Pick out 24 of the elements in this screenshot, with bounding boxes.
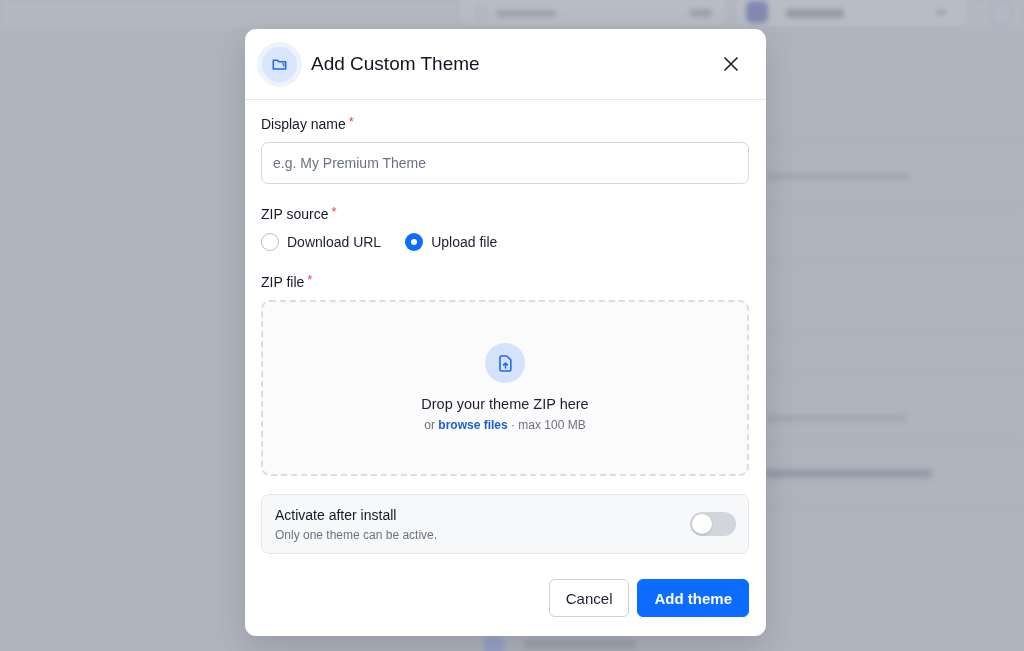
required-mark: * (331, 205, 337, 218)
text-input[interactable]: e.g. My Premium Theme (261, 142, 749, 184)
folder-icon (257, 41, 302, 87)
dropzone-heading: Drop your theme ZIP here (421, 395, 589, 413)
toggle-switch[interactable] (690, 512, 736, 536)
browse-files-link[interactable]: browse files (438, 418, 508, 432)
radio-label[interactable]: Download URL (287, 233, 382, 251)
close-icon (724, 57, 738, 71)
setting-description: Only one theme can be active. (275, 526, 439, 543)
field-label: ZIP file (261, 273, 305, 291)
submit-button[interactable]: Add theme (637, 579, 749, 617)
field-label: Display name (261, 115, 346, 133)
dropzone-hint: or browse files · max 100 MB (424, 417, 586, 433)
radio-button[interactable] (261, 233, 279, 251)
radio-button[interactable] (405, 233, 424, 251)
dialog-title: Add Custom Theme (311, 52, 481, 76)
required-mark: * (348, 115, 354, 128)
file-dropzone[interactable]: Drop your theme ZIP here or browse files · max 100 MB (261, 300, 749, 476)
file-upload-icon (485, 343, 525, 383)
setting-title: Activate after install (275, 505, 398, 524)
required-mark: * (307, 273, 313, 286)
cancel-button[interactable]: Cancel (548, 579, 630, 617)
radio-label[interactable]: Upload file (431, 233, 498, 251)
field-label: ZIP source (261, 205, 329, 223)
